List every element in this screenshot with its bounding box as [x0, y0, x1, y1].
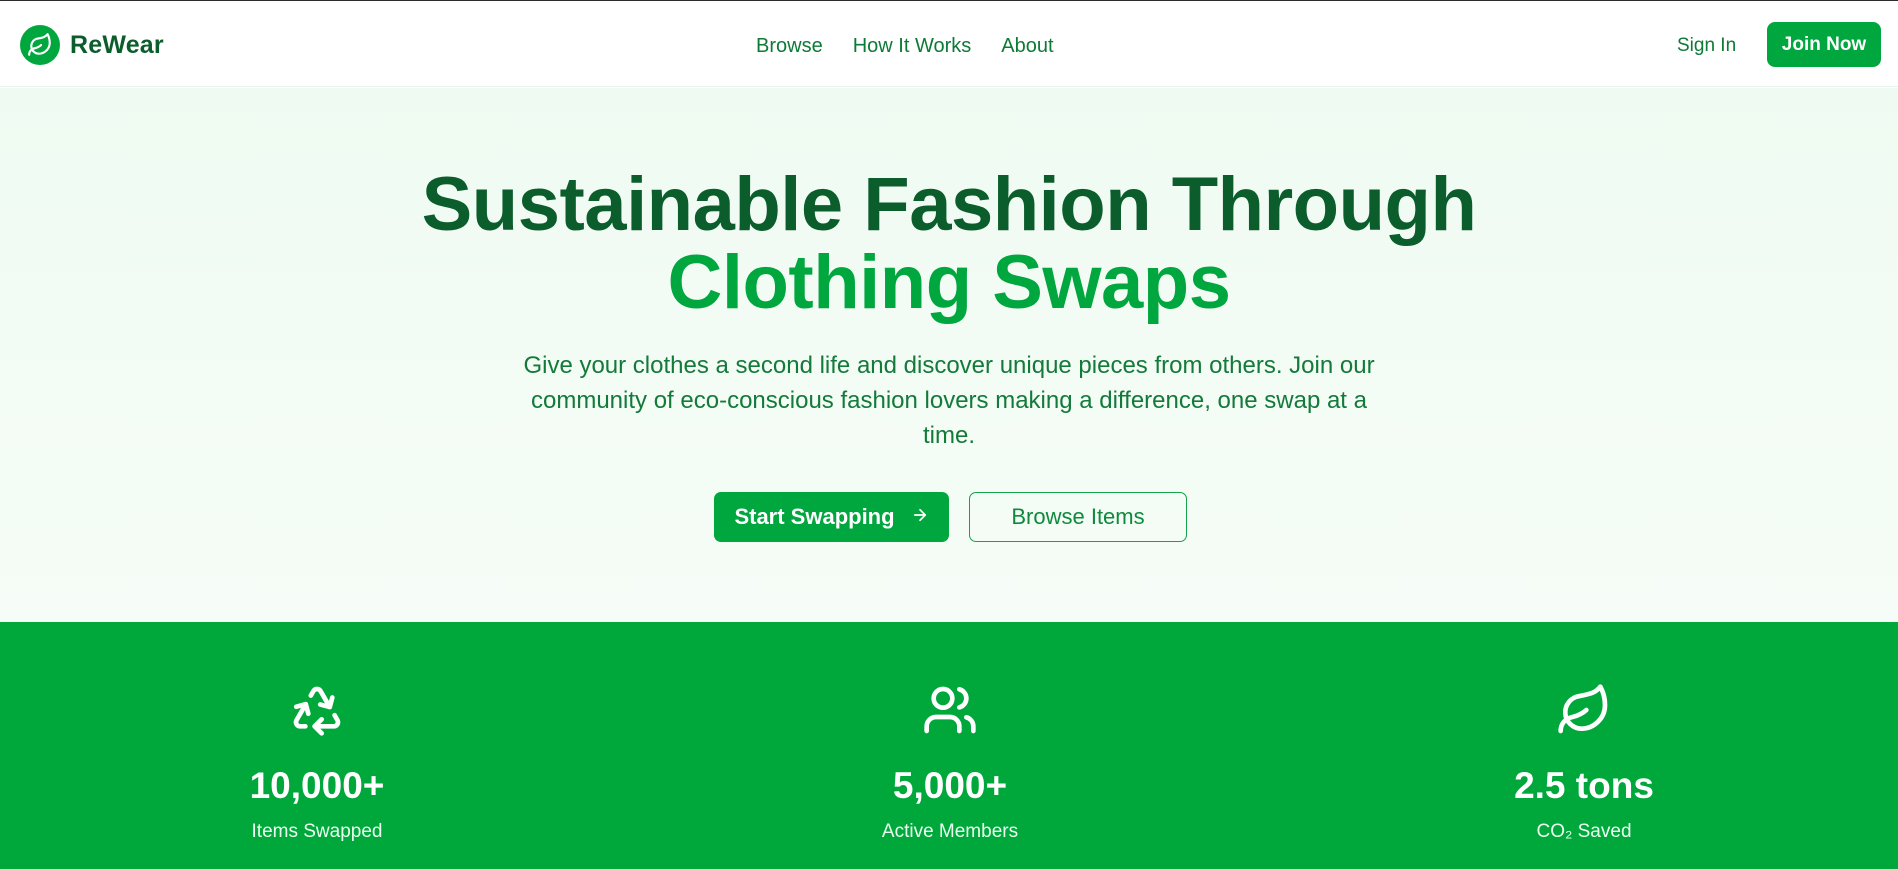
nav-browse[interactable]: Browse [756, 31, 823, 61]
hero-title: Sustainable Fashion Through Clothing Swa… [0, 166, 1898, 322]
start-swapping-label: Start Swapping [734, 504, 895, 529]
leaf-icon [1556, 682, 1612, 738]
hero-section: Sustainable Fashion Through Clothing Swa… [0, 88, 1898, 622]
stat-value: 2.5 tons [1514, 765, 1654, 806]
brand-logo[interactable]: ReWear [20, 25, 164, 65]
users-icon [922, 682, 978, 738]
stat-label: Items Swapped [251, 821, 383, 842]
site-header: ReWear Browse How It Works About Sign In… [0, 1, 1898, 87]
brand-name: ReWear [70, 30, 164, 59]
stat-value: 5,000+ [892, 765, 1008, 806]
main-nav: Browse How It Works About [756, 31, 1054, 61]
stat-label: Active Members [881, 821, 1019, 842]
stat-label: CO₂ Saved [1536, 821, 1632, 842]
sign-in-link[interactable]: Sign In [1677, 31, 1736, 61]
nav-how-it-works[interactable]: How It Works [853, 31, 972, 61]
arrow-right-icon [911, 504, 929, 530]
hero-subtitle: Give your clothes a second life and disc… [523, 352, 1375, 449]
hero-title-line1: Sustainable Fashion Through [421, 162, 1477, 247]
browse-items-button[interactable]: Browse Items [969, 492, 1187, 542]
hero-title-line2: Clothing Swaps [667, 240, 1232, 325]
stats-band: 10,000+ Items Swapped 5,000+ Active Memb… [0, 622, 1898, 869]
nav-about[interactable]: About [1001, 31, 1053, 61]
stat-value: 10,000+ [249, 765, 385, 806]
start-swapping-button[interactable]: Start Swapping [714, 492, 949, 542]
leaf-icon [20, 25, 60, 65]
join-now-button[interactable]: Join Now [1767, 22, 1881, 67]
recycle-icon [289, 682, 345, 738]
